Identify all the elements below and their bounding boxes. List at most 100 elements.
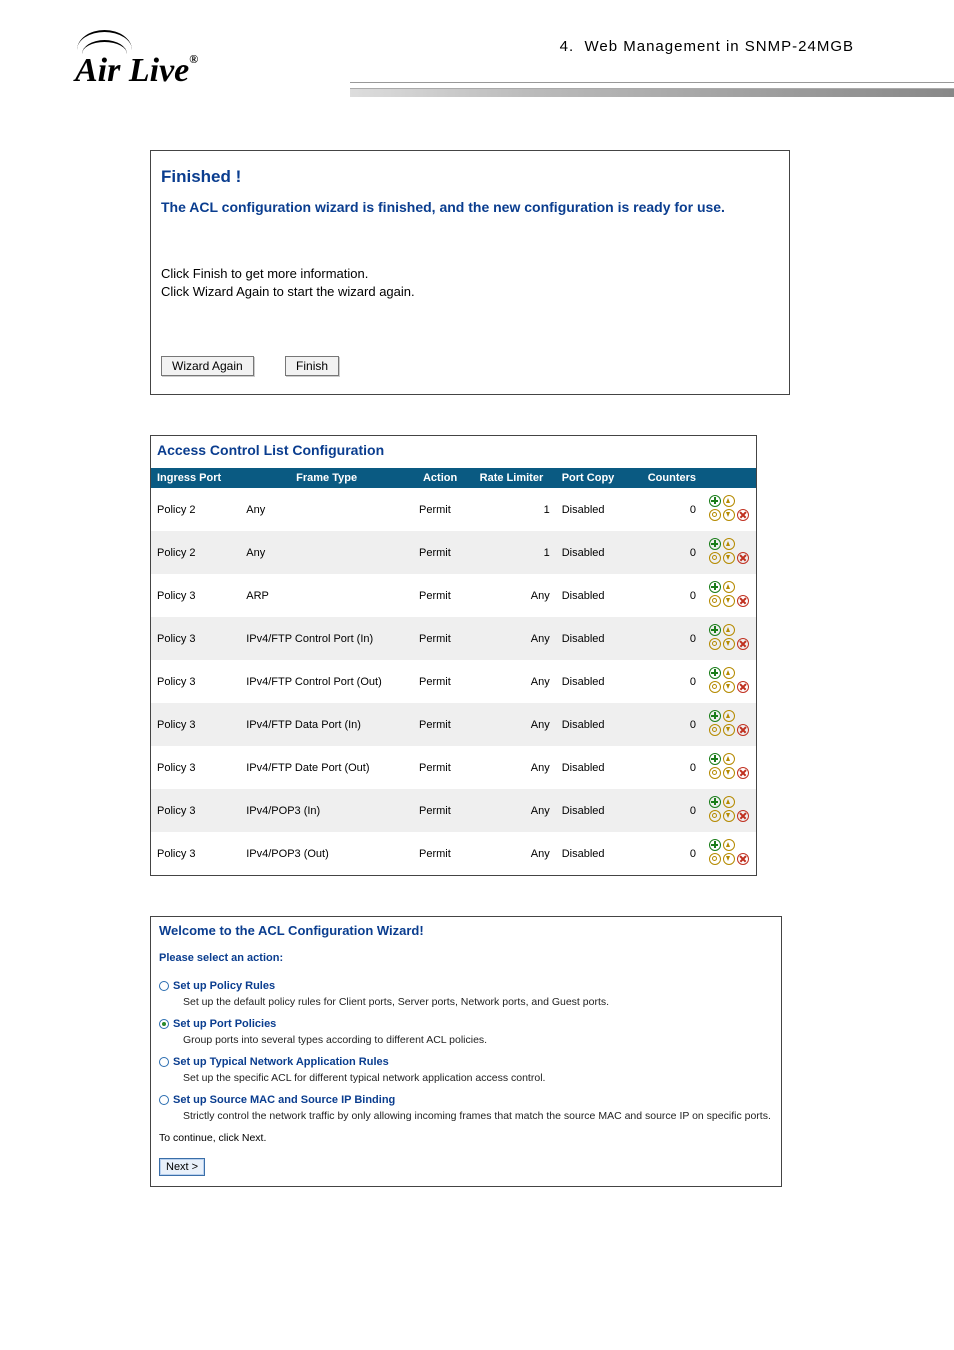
move-up-icon[interactable]	[723, 581, 735, 593]
col-actions	[702, 468, 756, 488]
add-icon[interactable]	[709, 796, 721, 808]
move-up-icon[interactable]	[723, 538, 735, 550]
edit-icon[interactable]	[709, 767, 721, 779]
radio-icon[interactable]	[159, 981, 169, 991]
edit-icon[interactable]	[709, 552, 721, 564]
cell-rate-limiter: Any	[467, 703, 556, 746]
delete-icon[interactable]	[737, 509, 749, 521]
wizard-again-button[interactable]: Wizard Again	[161, 356, 254, 376]
radio-icon[interactable]	[159, 1019, 169, 1029]
cell-frame-type: IPv4/FTP Control Port (In)	[240, 617, 413, 660]
add-icon[interactable]	[709, 753, 721, 765]
add-icon[interactable]	[709, 495, 721, 507]
edit-icon[interactable]	[709, 810, 721, 822]
cell-frame-type: Any	[240, 531, 413, 574]
wizard-option-title[interactable]: Set up Policy Rules	[173, 980, 275, 992]
move-down-icon[interactable]	[723, 853, 735, 865]
move-down-icon[interactable]	[723, 638, 735, 650]
cell-frame-type: IPv4/POP3 (In)	[240, 789, 413, 832]
info-line2: Click Wizard Again to start the wizard a…	[161, 284, 415, 299]
wizard-option-title[interactable]: Set up Port Policies	[173, 1018, 276, 1030]
move-up-icon[interactable]	[723, 667, 735, 679]
delete-icon[interactable]	[737, 681, 749, 693]
cell-rate-limiter: Any	[467, 746, 556, 789]
move-up-icon[interactable]	[723, 796, 735, 808]
move-up-icon[interactable]	[723, 495, 735, 507]
table-row: Policy 3IPv4/POP3 (Out)PermitAnyDisabled…	[151, 832, 756, 875]
cell-rate-limiter: 1	[467, 488, 556, 531]
add-icon[interactable]	[709, 667, 721, 679]
next-button[interactable]: Next >	[159, 1158, 205, 1176]
page-header: Air Live® 4. Web Management in SNMP-24MG…	[0, 0, 954, 110]
wizard-option: Set up Policy RulesSet up the default po…	[159, 980, 773, 1008]
cell-ingress-port: Policy 3	[151, 746, 240, 789]
table-row: Policy 2AnyPermit1Disabled0	[151, 488, 756, 531]
move-up-icon[interactable]	[723, 710, 735, 722]
wizard-panel: Welcome to the ACL Configuration Wizard!…	[150, 916, 782, 1187]
edit-icon[interactable]	[709, 681, 721, 693]
wizard-option-title[interactable]: Set up Typical Network Application Rules	[173, 1056, 389, 1068]
cell-actions	[702, 660, 756, 703]
cell-rate-limiter: Any	[467, 789, 556, 832]
cell-port-copy: Disabled	[556, 488, 632, 531]
row-action-icons	[708, 623, 750, 651]
delete-icon[interactable]	[737, 724, 749, 736]
finished-subtitle: The ACL configuration wizard is finished…	[161, 199, 779, 215]
wizard-title: Welcome to the ACL Configuration Wizard!	[159, 923, 773, 938]
edit-icon[interactable]	[709, 724, 721, 736]
wizard-option-title-row: Set up Port Policies	[159, 1018, 773, 1030]
radio-icon[interactable]	[159, 1057, 169, 1067]
cell-port-copy: Disabled	[556, 832, 632, 875]
cell-actions	[702, 832, 756, 875]
delete-icon[interactable]	[737, 552, 749, 564]
cell-counters: 0	[631, 703, 702, 746]
cell-port-copy: Disabled	[556, 703, 632, 746]
wizard-prompt: Please select an action:	[159, 952, 773, 964]
add-icon[interactable]	[709, 624, 721, 636]
header-rule	[350, 88, 954, 98]
cell-counters: 0	[631, 617, 702, 660]
move-down-icon[interactable]	[723, 595, 735, 607]
move-down-icon[interactable]	[723, 724, 735, 736]
cell-action: Permit	[413, 746, 467, 789]
add-icon[interactable]	[709, 581, 721, 593]
edit-icon[interactable]	[709, 595, 721, 607]
cell-actions	[702, 789, 756, 832]
cell-frame-type: IPv4/FTP Data Port (In)	[240, 703, 413, 746]
delete-icon[interactable]	[737, 767, 749, 779]
delete-icon[interactable]	[737, 638, 749, 650]
delete-icon[interactable]	[737, 810, 749, 822]
breadcrumb-num: 4.	[560, 38, 575, 55]
move-up-icon[interactable]	[723, 839, 735, 851]
move-down-icon[interactable]	[723, 509, 735, 521]
cell-actions	[702, 617, 756, 660]
move-down-icon[interactable]	[723, 552, 735, 564]
header-rule-thin	[350, 82, 954, 83]
move-down-icon[interactable]	[723, 767, 735, 779]
move-up-icon[interactable]	[723, 753, 735, 765]
cell-action: Permit	[413, 832, 467, 875]
edit-icon[interactable]	[709, 509, 721, 521]
move-up-icon[interactable]	[723, 624, 735, 636]
move-down-icon[interactable]	[723, 810, 735, 822]
add-icon[interactable]	[709, 710, 721, 722]
delete-icon[interactable]	[737, 853, 749, 865]
cell-ingress-port: Policy 3	[151, 832, 240, 875]
finish-button[interactable]: Finish	[285, 356, 339, 376]
info-line1: Click Finish to get more information.	[161, 266, 368, 281]
col-action: Action	[413, 468, 467, 488]
radio-icon[interactable]	[159, 1095, 169, 1105]
add-icon[interactable]	[709, 538, 721, 550]
finished-title: Finished !	[161, 167, 779, 187]
move-down-icon[interactable]	[723, 681, 735, 693]
delete-icon[interactable]	[737, 595, 749, 607]
cell-port-copy: Disabled	[556, 617, 632, 660]
wizard-option-title[interactable]: Set up Source MAC and Source IP Binding	[173, 1094, 395, 1106]
row-action-icons	[708, 580, 750, 608]
col-counters: Counters	[631, 468, 702, 488]
add-icon[interactable]	[709, 839, 721, 851]
edit-icon[interactable]	[709, 853, 721, 865]
cell-action: Permit	[413, 531, 467, 574]
table-row: Policy 2AnyPermit1Disabled0	[151, 531, 756, 574]
edit-icon[interactable]	[709, 638, 721, 650]
